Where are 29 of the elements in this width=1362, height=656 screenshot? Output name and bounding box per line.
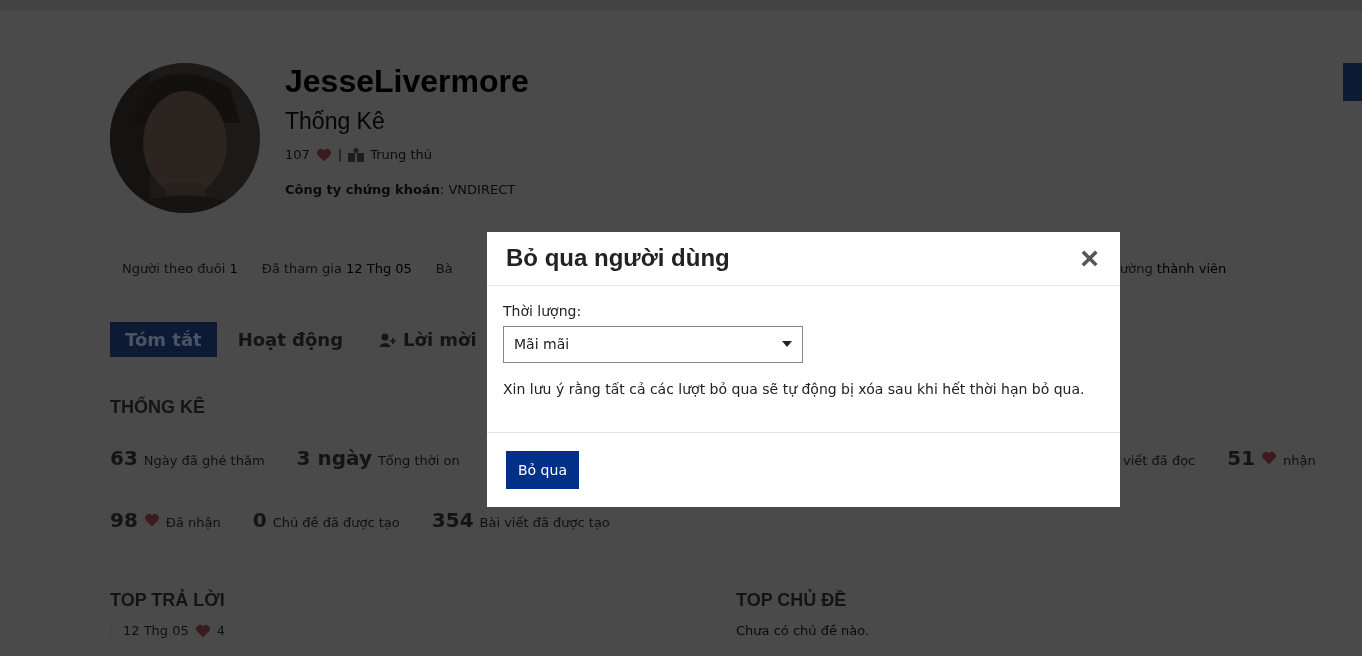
stat-label: Chủ đề đã được tạo [272, 515, 400, 530]
like-count: 4 [216, 623, 226, 638]
username: JesseLivermore [285, 63, 529, 99]
meta-label: Đã tham gia [261, 261, 342, 276]
meta-value: thành viên [1156, 261, 1227, 276]
stat-label: Đã nhận [165, 515, 221, 530]
stat-label: viết đã đọc [1123, 453, 1196, 468]
meta-label: ường [1120, 261, 1153, 276]
user-rank: Trung thủ [370, 147, 433, 162]
meta-label: Người theo đuôi [122, 261, 226, 276]
stat-label: Tổng thời on [377, 453, 460, 468]
reaction-count: 107 [285, 147, 310, 162]
dialog-title: Bỏ qua người dùng [506, 244, 730, 273]
stat-label: Bài viết đã được tạo [479, 515, 610, 530]
meta-value: 1 [229, 261, 238, 276]
ignore-button[interactable]: Bỏ qua [506, 451, 579, 489]
empty-message: Chưa có chủ đề nào. [736, 623, 871, 638]
meta-value: 12 Thg 05 [346, 261, 412, 276]
note-text: Xin lưu ý rằng tất cả các lượt bỏ qua sẽ tự động bị xóa sau khi hết thời hạn bỏ qua. [503, 380, 1086, 397]
user-subtitle: Thống Kê [285, 108, 386, 135]
close-button[interactable]: × [1078, 243, 1101, 274]
separator: | [337, 147, 343, 162]
meta-label: Bà [435, 261, 453, 276]
duration-dropdown[interactable]: Mãi mãi [503, 325, 803, 363]
field-label: Thời lượng: [503, 302, 583, 319]
stat-label: nhận [1283, 453, 1316, 468]
reply-date: 12 Thg 05 [123, 623, 189, 638]
stat-label: Ngày đã ghé thăm [143, 453, 265, 468]
broker-info: Công ty chứng khoán: VNDIRECT [285, 182, 517, 197]
